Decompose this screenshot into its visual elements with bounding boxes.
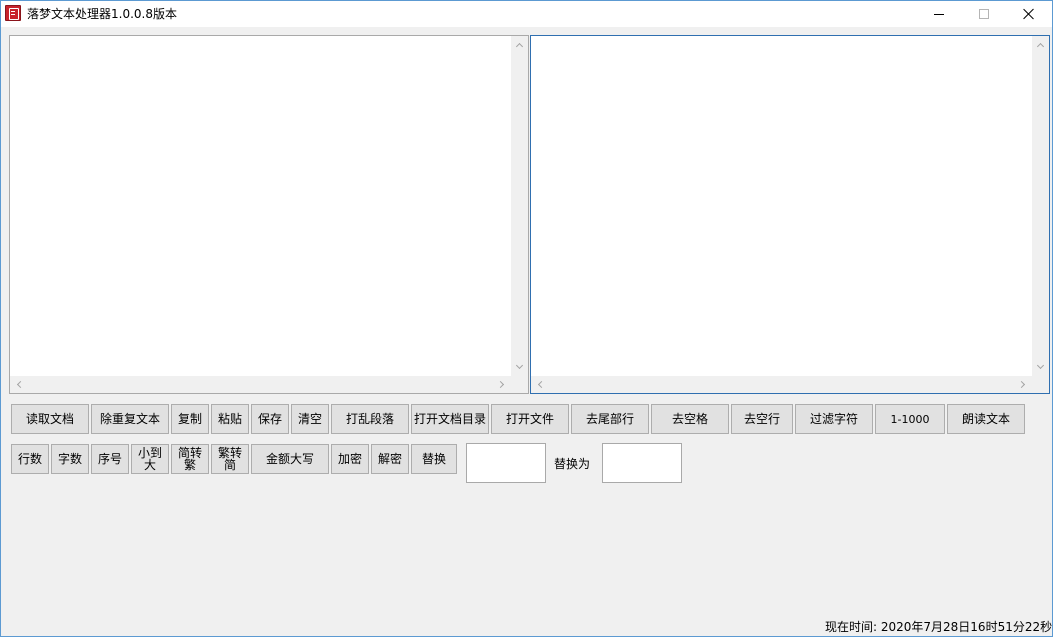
- amount-uppercase-button[interactable]: 金额大写: [251, 444, 329, 474]
- remove-duplicates-button[interactable]: 除重复文本: [91, 404, 169, 434]
- replace-with-label: 替换为: [554, 457, 591, 471]
- minimize-icon: [934, 13, 944, 15]
- line-count-button[interactable]: 行数: [11, 444, 49, 474]
- sequence-number-button[interactable]: 序号: [91, 444, 129, 474]
- remove-trailing-lines-button[interactable]: 去尾部行: [571, 404, 649, 434]
- output-text-panel: [530, 35, 1050, 394]
- paste-button[interactable]: 粘贴: [211, 404, 249, 434]
- copy-button[interactable]: 复制: [171, 404, 209, 434]
- remove-blank-lines-button[interactable]: 去空行: [731, 404, 793, 434]
- close-button[interactable]: [1006, 1, 1052, 27]
- scroll-up-arrow-icon[interactable]: [511, 36, 528, 53]
- numbering-1-1000-button[interactable]: 1-1000: [875, 404, 945, 434]
- decrypt-button[interactable]: 解密: [371, 444, 409, 474]
- scrollbar-corner: [1032, 376, 1049, 393]
- input-textarea[interactable]: [10, 36, 512, 376]
- scroll-down-arrow-icon[interactable]: [1032, 359, 1049, 376]
- scrollbar-corner: [511, 376, 528, 393]
- scroll-left-arrow-icon[interactable]: [10, 376, 27, 393]
- app-window: 落梦文本处理器1.0.0.8版本 读取文档 除重复文本 复制 粘贴 保存 清空 …: [0, 0, 1053, 637]
- encrypt-button[interactable]: 加密: [331, 444, 369, 474]
- input-text-panel: [9, 35, 529, 394]
- read-document-button[interactable]: 读取文档: [11, 404, 89, 434]
- sort-ascending-button[interactable]: 小到大: [131, 444, 169, 474]
- remove-spaces-button[interactable]: 去空格: [651, 404, 729, 434]
- output-textarea[interactable]: [531, 36, 1033, 376]
- maximize-button[interactable]: [961, 1, 1007, 27]
- open-document-folder-button[interactable]: 打开文档目录: [411, 404, 489, 434]
- scroll-left-arrow-icon[interactable]: [531, 376, 548, 393]
- simplified-to-traditional-button[interactable]: 简转繁: [171, 444, 209, 474]
- traditional-to-simplified-button[interactable]: 繁转简: [211, 444, 249, 474]
- replace-text-input[interactable]: [602, 443, 682, 483]
- close-icon: [1023, 8, 1035, 20]
- scroll-right-arrow-icon[interactable]: [1015, 376, 1032, 393]
- maximize-icon: [979, 9, 989, 19]
- shuffle-paragraphs-button[interactable]: 打乱段落: [331, 404, 409, 434]
- title-bar[interactable]: 落梦文本处理器1.0.0.8版本: [1, 1, 1052, 27]
- open-file-button[interactable]: 打开文件: [491, 404, 569, 434]
- minimize-button[interactable]: [916, 1, 962, 27]
- scroll-up-arrow-icon[interactable]: [1032, 36, 1049, 53]
- scroll-right-arrow-icon[interactable]: [494, 376, 511, 393]
- input-horizontal-scrollbar[interactable]: [10, 376, 511, 393]
- current-time-status: 现在时间: 2020年7月28日16时51分22秒: [825, 620, 1053, 634]
- output-vertical-scrollbar[interactable]: [1032, 36, 1049, 376]
- filter-characters-button[interactable]: 过滤字符: [795, 404, 873, 434]
- clear-button[interactable]: 清空: [291, 404, 329, 434]
- input-vertical-scrollbar[interactable]: [511, 36, 528, 376]
- scroll-down-arrow-icon[interactable]: [511, 359, 528, 376]
- save-button[interactable]: 保存: [251, 404, 289, 434]
- read-aloud-button[interactable]: 朗读文本: [947, 404, 1025, 434]
- replace-button[interactable]: 替换: [411, 444, 457, 474]
- output-horizontal-scrollbar[interactable]: [531, 376, 1032, 393]
- window-title: 落梦文本处理器1.0.0.8版本: [27, 7, 177, 21]
- app-logo-icon: [5, 5, 21, 21]
- find-text-input[interactable]: [466, 443, 546, 483]
- char-count-button[interactable]: 字数: [51, 444, 89, 474]
